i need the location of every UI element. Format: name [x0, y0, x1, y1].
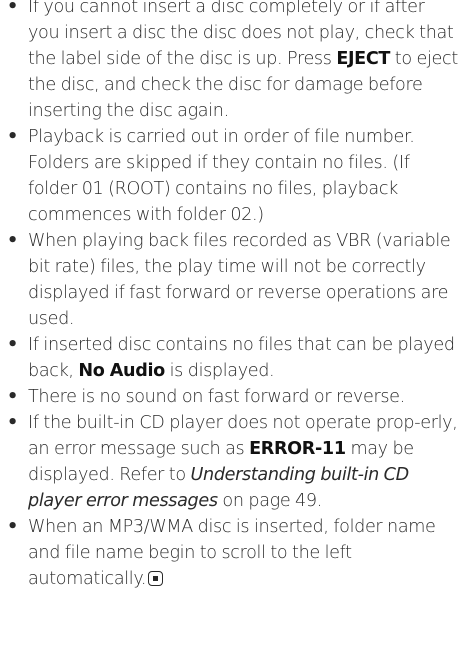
bullet-glyph: •: [7, 127, 18, 147]
bullet-glyph: •: [7, 231, 18, 251]
bold-term: No Audio: [78, 361, 165, 381]
bullet-glyph: •: [7, 517, 18, 537]
bullet-text: is displayed.: [164, 361, 275, 381]
end-of-section-icon: [148, 571, 164, 586]
bullet-item: • If inserted disc contains no files that…: [0, 332, 462, 384]
bullet-item: • If you cannot insert a disc completely …: [0, 0, 462, 124]
bullet-item: • There is no sound on fast forward or re…: [0, 384, 462, 410]
bullet-text: When an MP3/WMA disc is inserted, folder…: [28, 517, 436, 589]
bold-term: EJECT: [336, 49, 391, 69]
bold-term: ERROR-11: [249, 439, 346, 459]
bullet-text: There is no sound on fast forward or rev…: [28, 387, 405, 407]
bullet-text: When playing back files recorded as VBR …: [28, 231, 451, 329]
bullet-text: Playback is carried out in order of file…: [28, 127, 415, 225]
bullet-glyph: •: [7, 335, 18, 355]
bullet-glyph: •: [7, 413, 18, 433]
bullet-list: • If you cannot insert a disc completely …: [0, 0, 462, 592]
bullet-item: • When playing back files recorded as VBR…: [0, 228, 462, 332]
bullet-item: • When an MP3/WMA disc is inserted, folde…: [0, 514, 462, 592]
bullet-glyph: •: [7, 387, 18, 407]
bullet-glyph: •: [7, 0, 18, 17]
bullet-text: on page 49.: [217, 491, 322, 511]
bullet-item: • Playback is carried out in order of fil…: [0, 124, 462, 228]
bullet-item: • If the built-in CD player does not oper…: [0, 410, 462, 514]
